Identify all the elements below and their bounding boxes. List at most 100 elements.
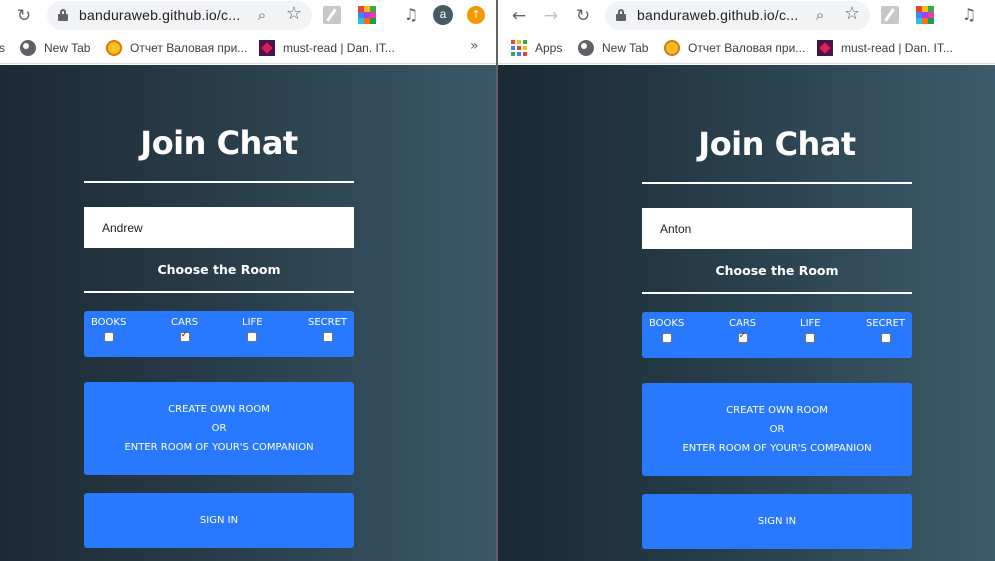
divider — [642, 182, 912, 184]
page-title: Join Chat — [140, 124, 298, 162]
globe-icon — [20, 40, 36, 56]
color-extension-icon[interactable] — [358, 6, 376, 24]
name-input[interactable] — [84, 207, 354, 248]
room-label: LIFE — [800, 318, 821, 329]
join-chat-form: Join Chat Choose the Room BOOKS CARS LIF… — [84, 123, 354, 548]
create-room-button[interactable]: CREATE OWN ROOM OR ENTER ROOM OF YOUR'S … — [642, 383, 912, 476]
browser-toolbar: ← → ↻ banduraweb.github.io/c... ⌕ ☆ ♫ — [498, 0, 995, 32]
room-checkbox[interactable] — [322, 332, 333, 342]
bookmark-label: Отчет Валовая при... — [130, 41, 248, 55]
room-option-life[interactable]: LIFE — [800, 318, 821, 343]
forward-icon[interactable]: → — [539, 4, 563, 28]
smile-icon — [664, 40, 680, 56]
create-room-button[interactable]: CREATE OWN ROOM OR ENTER ROOM OF YOUR'S … — [84, 382, 354, 475]
room-option-secret[interactable]: SECRET — [308, 317, 347, 342]
bookmark-label: s — [0, 41, 5, 55]
address-bar[interactable]: banduraweb.github.io/c... ⌕ ☆ — [47, 1, 312, 30]
bookmark-label: must-read | Dan. IT... — [283, 41, 395, 55]
room-checkbox[interactable] — [247, 332, 258, 342]
media-control-icon[interactable]: ♫ — [402, 6, 420, 24]
profile-avatar[interactable]: a — [433, 5, 453, 25]
browser-toolbar: ↻ banduraweb.github.io/c... ⌕ ☆ ♫ a ↑ — [0, 0, 496, 32]
room-label: SECRET — [866, 318, 906, 329]
page-content: Join Chat Choose the Room BOOKS CARS LIF… — [0, 65, 496, 561]
lock-icon — [58, 9, 68, 21]
join-chat-form: Join Chat Choose the Room BOOKS CARS LIF… — [642, 124, 912, 549]
mustread-icon — [817, 40, 833, 56]
room-option-secret[interactable]: SECRET — [866, 318, 905, 343]
page-title: Join Chat — [698, 125, 856, 163]
address-bar[interactable]: banduraweb.github.io/c... ⌕ ☆ — [605, 1, 870, 30]
smile-icon — [106, 40, 122, 56]
button-label: OR — [211, 423, 227, 434]
bookmark-new-tab[interactable]: New Tab — [578, 38, 648, 58]
pen-extension-icon[interactable] — [881, 6, 899, 24]
button-label: CREATE OWN ROOM — [168, 404, 270, 415]
reload-icon[interactable]: ↻ — [571, 4, 595, 28]
page-content: Join Chat Choose the Room BOOKS CARS LIF… — [498, 65, 995, 561]
room-checkbox[interactable] — [805, 333, 816, 343]
browser-window-right: ← → ↻ banduraweb.github.io/c... ⌕ ☆ ♫ Ap… — [498, 0, 995, 561]
room-label: BOOKS — [91, 317, 127, 328]
back-icon[interactable]: ← — [507, 4, 531, 28]
bookmark-must-read[interactable]: must-read | Dan. IT... — [817, 38, 953, 58]
browser-window-left: ↻ banduraweb.github.io/c... ⌕ ☆ ♫ a ↑ s … — [0, 0, 496, 561]
url-text: banduraweb.github.io/c... — [79, 7, 241, 23]
choose-room-heading: Choose the Room — [715, 263, 839, 278]
button-label: ENTER ROOM OF YOUR'S COMPANION — [682, 443, 872, 454]
sign-in-button[interactable]: SIGN IN — [642, 494, 912, 549]
choose-room-heading: Choose the Room — [157, 262, 281, 277]
room-option-life[interactable]: LIFE — [242, 317, 263, 342]
pen-extension-icon[interactable] — [323, 6, 341, 24]
bookmark-apps[interactable]: Apps — [511, 38, 562, 58]
name-input[interactable] — [642, 208, 912, 249]
divider — [84, 291, 354, 293]
room-checkbox[interactable] — [880, 333, 891, 343]
bookmark-report[interactable]: Отчет Валовая при... — [664, 38, 805, 58]
zoom-icon[interactable]: ⌕ — [809, 4, 831, 26]
button-label: OR — [769, 424, 785, 435]
bookmark-label: New Tab — [602, 41, 649, 55]
room-selector: BOOKS CARS LIFE SECRET — [84, 311, 354, 357]
room-label: SECRET — [308, 317, 348, 328]
bookmark-truncated[interactable]: s — [0, 38, 5, 58]
room-option-books[interactable]: BOOKS — [649, 318, 684, 343]
divider — [84, 181, 354, 183]
room-option-cars[interactable]: CARS — [171, 317, 198, 342]
room-checkbox[interactable] — [661, 333, 672, 343]
room-label: BOOKS — [649, 318, 685, 329]
room-label: CARS — [171, 317, 199, 328]
mustread-icon — [259, 40, 275, 56]
bookmarks-bar: s New Tab Отчет Валовая при... must-read… — [0, 32, 496, 64]
room-option-books[interactable]: BOOKS — [91, 317, 126, 342]
update-icon[interactable]: ↑ — [467, 6, 485, 24]
room-checkbox[interactable] — [737, 331, 748, 343]
media-control-icon[interactable]: ♫ — [960, 6, 978, 24]
room-checkbox[interactable] — [179, 330, 190, 342]
bookmark-new-tab[interactable]: New Tab — [20, 38, 90, 58]
globe-icon — [578, 40, 594, 56]
bookmark-label: Отчет Валовая при... — [688, 41, 806, 55]
reload-icon[interactable]: ↻ — [12, 4, 36, 28]
bookmarks-bar: Apps New Tab Отчет Валовая при... must-r… — [498, 32, 995, 64]
button-label: ENTER ROOM OF YOUR'S COMPANION — [124, 442, 314, 453]
more-bookmarks-button[interactable]: » — [470, 38, 479, 54]
apps-icon — [511, 40, 527, 56]
bookmark-star-icon[interactable]: ☆ — [283, 3, 305, 25]
bookmark-label: Apps — [535, 41, 563, 55]
bookmark-must-read[interactable]: must-read | Dan. IT... — [259, 38, 395, 58]
room-option-cars[interactable]: CARS — [729, 318, 756, 343]
bookmark-label: must-read | Dan. IT... — [841, 41, 953, 55]
button-label: CREATE OWN ROOM — [726, 405, 828, 416]
sign-in-button[interactable]: SIGN IN — [84, 493, 354, 548]
divider — [642, 292, 912, 294]
room-selector: BOOKS CARS LIFE SECRET — [642, 312, 912, 358]
bookmark-report[interactable]: Отчет Валовая при... — [106, 38, 247, 58]
room-label: CARS — [729, 318, 757, 329]
bookmark-label: New Tab — [44, 41, 91, 55]
zoom-icon[interactable]: ⌕ — [251, 4, 273, 26]
room-checkbox[interactable] — [103, 332, 114, 342]
bookmark-star-icon[interactable]: ☆ — [841, 3, 863, 25]
color-extension-icon[interactable] — [916, 6, 934, 24]
lock-icon — [616, 9, 626, 21]
